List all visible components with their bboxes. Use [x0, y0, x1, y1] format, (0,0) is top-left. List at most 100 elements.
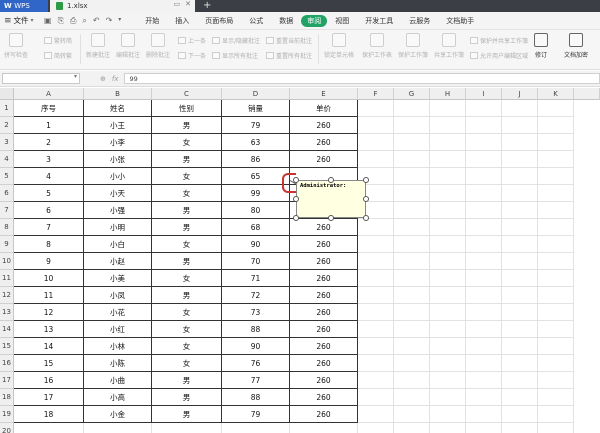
- row-header[interactable]: 6: [0, 185, 14, 202]
- protect-workbook-button[interactable]: 保护工作簿: [398, 33, 428, 59]
- menu-tab-developer[interactable]: 开发工具: [357, 15, 401, 27]
- table-cell[interactable]: 18: [14, 406, 84, 423]
- empty-cell[interactable]: [466, 304, 502, 321]
- empty-cell[interactable]: [358, 117, 394, 134]
- comment-resize-handle[interactable]: [363, 215, 369, 221]
- table-cell[interactable]: 6: [14, 202, 84, 219]
- file-menu[interactable]: ≡ 文件 ▾: [0, 15, 42, 26]
- empty-cell[interactable]: [394, 236, 430, 253]
- table-cell[interactable]: 16: [14, 372, 84, 389]
- table-cell[interactable]: 女: [152, 185, 222, 202]
- show-hide-comment-button[interactable]: 显示/隐藏批注: [212, 36, 260, 45]
- table-cell[interactable]: 88: [222, 321, 290, 338]
- empty-cell[interactable]: [502, 219, 538, 236]
- table-cell[interactable]: 15: [14, 355, 84, 372]
- table-cell[interactable]: 260: [290, 151, 358, 168]
- table-cell[interactable]: 小金: [84, 406, 152, 423]
- empty-cell[interactable]: [358, 304, 394, 321]
- empty-cell[interactable]: [538, 423, 574, 433]
- table-cell[interactable]: 小凤: [84, 287, 152, 304]
- empty-cell[interactable]: [394, 406, 430, 423]
- edit-comment-button[interactable]: 编辑批注: [116, 33, 140, 59]
- empty-cell[interactable]: [502, 338, 538, 355]
- undo-icon[interactable]: ↶: [93, 16, 100, 26]
- empty-cell[interactable]: [502, 117, 538, 134]
- fx-icon[interactable]: fx: [112, 75, 119, 83]
- table-cell[interactable]: 90: [222, 236, 290, 253]
- table-cell[interactable]: 12: [14, 304, 84, 321]
- empty-cell[interactable]: [394, 151, 430, 168]
- empty-cell[interactable]: [394, 287, 430, 304]
- comment-resize-handle[interactable]: [293, 196, 299, 202]
- empty-cell[interactable]: [430, 304, 466, 321]
- spell-check-button[interactable]: 拼写检查: [4, 33, 28, 59]
- table-cell[interactable]: 260: [290, 321, 358, 338]
- table-cell[interactable]: 小王: [84, 117, 152, 134]
- empty-cell[interactable]: [538, 168, 574, 185]
- table-cell[interactable]: 女: [152, 304, 222, 321]
- wps-app-tab[interactable]: W WPS: [0, 0, 48, 12]
- table-cell[interactable]: 女: [152, 270, 222, 287]
- empty-cell[interactable]: [430, 270, 466, 287]
- share-workbook-button[interactable]: 共享工作簿: [434, 33, 464, 59]
- new-tab-button[interactable]: +: [203, 0, 211, 12]
- comment-resize-handle[interactable]: [363, 196, 369, 202]
- empty-cell[interactable]: [430, 151, 466, 168]
- empty-cell[interactable]: [538, 287, 574, 304]
- empty-cell[interactable]: [358, 423, 394, 433]
- empty-cell[interactable]: [430, 287, 466, 304]
- empty-cell[interactable]: [394, 372, 430, 389]
- menu-tab-insert[interactable]: 插入: [167, 15, 197, 27]
- table-cell[interactable]: 小红: [84, 321, 152, 338]
- row-header[interactable]: 19: [0, 406, 14, 423]
- row-header[interactable]: 18: [0, 389, 14, 406]
- comment-resize-handle[interactable]: [328, 215, 334, 221]
- empty-cell[interactable]: [466, 168, 502, 185]
- table-cell[interactable]: 260: [290, 287, 358, 304]
- table-cell[interactable]: 260: [290, 236, 358, 253]
- comment-resize-handle[interactable]: [293, 215, 299, 221]
- header-cell[interactable]: 序号: [14, 100, 84, 117]
- print-preview-icon[interactable]: ⌕: [82, 16, 86, 26]
- empty-cell[interactable]: [466, 202, 502, 219]
- empty-cell[interactable]: [358, 321, 394, 338]
- empty-cell[interactable]: [358, 372, 394, 389]
- empty-cell[interactable]: [466, 134, 502, 151]
- table-cell[interactable]: 260: [290, 304, 358, 321]
- table-cell[interactable]: 72: [222, 287, 290, 304]
- table-cell[interactable]: 5: [14, 185, 84, 202]
- row-header[interactable]: 15: [0, 338, 14, 355]
- lock-cell-button[interactable]: 锁定单元格: [324, 33, 354, 59]
- empty-cell[interactable]: [430, 219, 466, 236]
- empty-cell[interactable]: [538, 253, 574, 270]
- redo-icon[interactable]: ↷: [106, 16, 113, 26]
- row-header[interactable]: 13: [0, 304, 14, 321]
- table-cell[interactable]: 260: [290, 253, 358, 270]
- empty-cell[interactable]: [466, 372, 502, 389]
- table-cell[interactable]: 女: [152, 338, 222, 355]
- table-cell[interactable]: 63: [222, 134, 290, 151]
- table-cell[interactable]: 86: [222, 151, 290, 168]
- table-cell[interactable]: 17: [14, 389, 84, 406]
- row-header[interactable]: 2: [0, 117, 14, 134]
- row-header[interactable]: 10: [0, 253, 14, 270]
- spreadsheet-grid[interactable]: A B C D E F G H I J K 1 序号 姓名 性别 销量 单价 2 1 小王男 79 260 3 2 小李女 63 2…: [0, 88, 600, 433]
- prev-comment-button[interactable]: 上一条: [178, 36, 206, 45]
- empty-cell[interactable]: [538, 406, 574, 423]
- empty-cell[interactable]: [358, 338, 394, 355]
- empty-cell[interactable]: [222, 423, 290, 433]
- table-cell[interactable]: 90: [222, 338, 290, 355]
- empty-cell[interactable]: [466, 151, 502, 168]
- empty-cell[interactable]: [502, 168, 538, 185]
- table-cell[interactable]: 小高: [84, 389, 152, 406]
- empty-cell[interactable]: [466, 389, 502, 406]
- empty-cell[interactable]: [466, 321, 502, 338]
- empty-cell[interactable]: [538, 100, 574, 117]
- empty-cell[interactable]: [430, 423, 466, 433]
- table-cell[interactable]: 男: [152, 151, 222, 168]
- next-comment-button[interactable]: 下一条: [178, 51, 206, 60]
- empty-cell[interactable]: [394, 202, 430, 219]
- delete-comment-button[interactable]: 删除批注: [146, 33, 170, 59]
- reset-all-comments-button[interactable]: 重置所有批注: [266, 51, 312, 60]
- empty-cell[interactable]: [430, 168, 466, 185]
